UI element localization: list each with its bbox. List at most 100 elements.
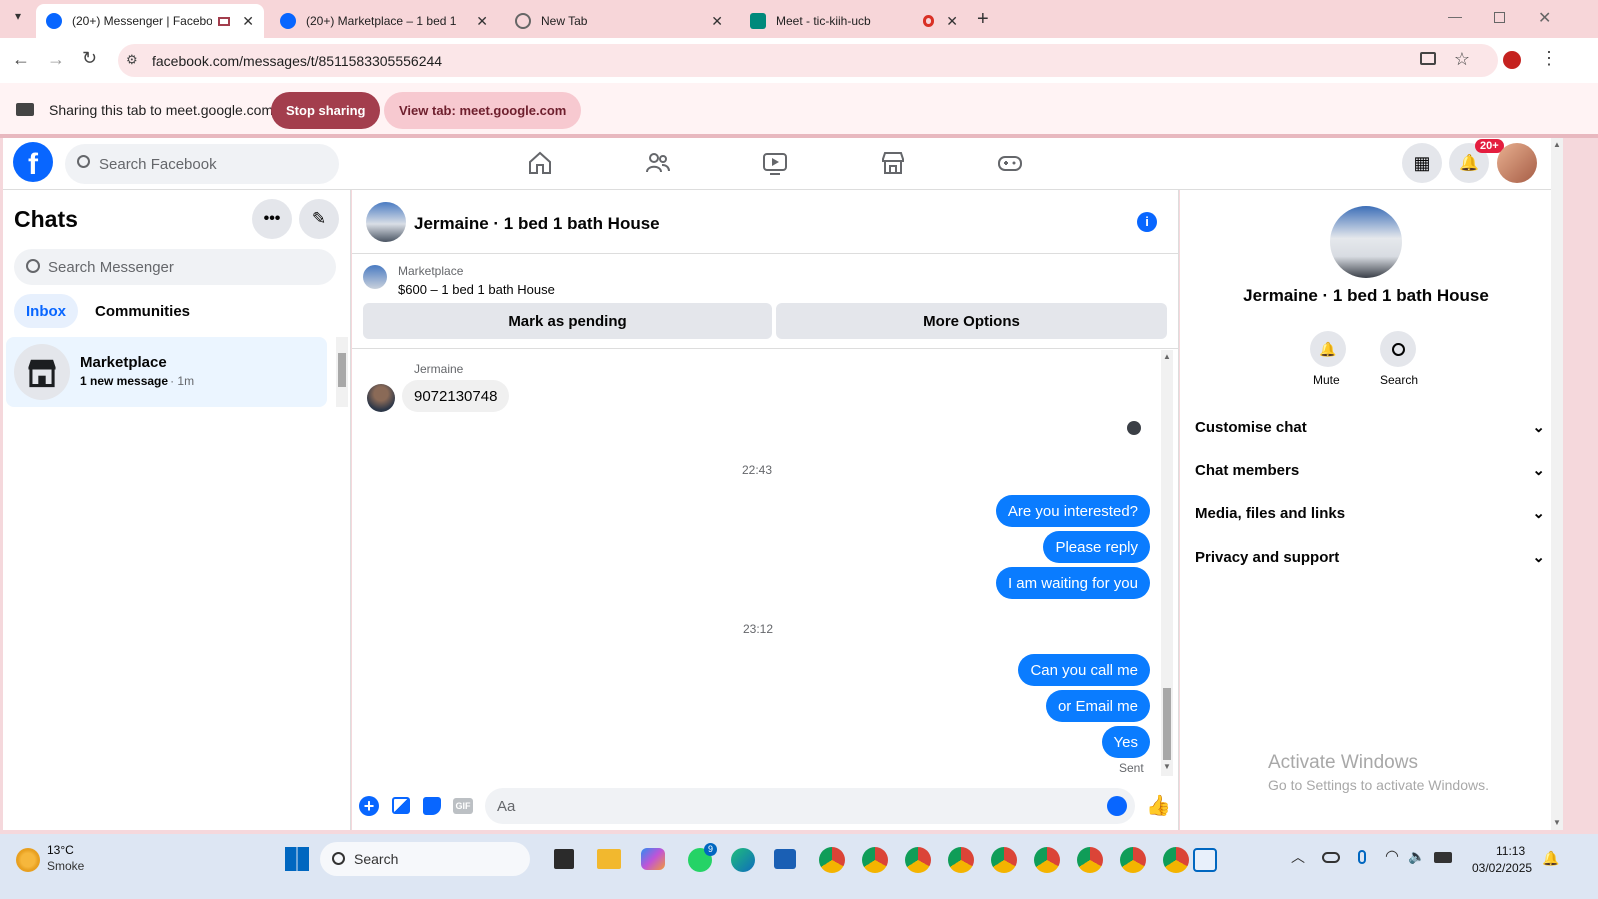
gif-icon[interactable]: GIF	[453, 798, 473, 814]
profile-icon[interactable]	[1503, 51, 1521, 69]
chats-options-button[interactable]: •••	[252, 199, 292, 239]
tab-meet[interactable]: Meet - tic-kiih-ucb ✕	[740, 4, 968, 38]
volume-icon[interactable]: 🔈	[1408, 848, 1425, 865]
privacy-support-section[interactable]: Privacy and support ⌄	[1195, 542, 1545, 572]
media-files-links-section[interactable]: Media, files and links ⌄	[1195, 498, 1545, 528]
chat-list-item[interactable]: Marketplace 1 new message · 1m	[6, 337, 327, 407]
minimize-icon[interactable]: —	[1448, 8, 1462, 24]
scroll-up-icon[interactable]: ▲	[1553, 140, 1561, 149]
page-scrollbar[interactable]: ▲ ▼	[1551, 138, 1563, 830]
wifi-icon[interactable]: ◠	[1385, 846, 1399, 866]
copilot-icon[interactable]	[641, 848, 665, 870]
scroll-down-icon[interactable]: ▼	[1163, 762, 1171, 771]
outgoing-message[interactable]: Can you call me	[1018, 654, 1150, 686]
chrome-icon[interactable]	[1034, 847, 1060, 873]
close-tab-icon[interactable]: ✕	[476, 13, 488, 30]
mark-as-pending-button[interactable]: Mark as pending	[363, 303, 772, 339]
incoming-message[interactable]: 9072130748	[402, 380, 510, 412]
microphone-icon[interactable]	[1358, 850, 1366, 864]
scroll-up-icon[interactable]: ▲	[1163, 352, 1171, 361]
tab-inbox[interactable]: Inbox	[14, 294, 78, 328]
chrome-icon[interactable]	[948, 847, 974, 873]
chrome-icon[interactable]	[1163, 847, 1189, 873]
account-avatar[interactable]	[1497, 143, 1537, 183]
friends-icon[interactable]	[645, 150, 671, 176]
more-actions-icon[interactable]: +	[359, 796, 379, 816]
chrome-icon[interactable]	[1077, 847, 1103, 873]
tab-messenger[interactable]: (20+) Messenger | Facebook ✕	[36, 4, 264, 38]
close-window-icon[interactable]: ✕	[1538, 8, 1551, 28]
back-icon[interactable]: ←	[12, 49, 30, 70]
photo-icon[interactable]	[392, 797, 410, 814]
emoji-icon[interactable]	[1107, 796, 1127, 816]
search-in-conversation-button[interactable]	[1380, 331, 1416, 367]
view-tab-button[interactable]: View tab: meet.google.com	[384, 92, 582, 129]
stop-sharing-button[interactable]: Stop sharing	[271, 92, 381, 129]
task-view-icon[interactable]	[554, 849, 574, 869]
chrome-icon[interactable]	[1120, 847, 1146, 873]
file-explorer-icon[interactable]	[597, 849, 621, 869]
outgoing-message[interactable]: or Email me	[1045, 690, 1150, 722]
new-message-button[interactable]: ✎	[299, 199, 339, 239]
tab-search-chevron-icon[interactable]: ▾	[8, 9, 28, 29]
chrome-icon[interactable]	[905, 847, 931, 873]
outgoing-message[interactable]: I am waiting for you	[995, 567, 1150, 599]
sender-avatar[interactable]	[367, 384, 395, 412]
gaming-icon[interactable]	[997, 150, 1023, 176]
facebook-logo-icon[interactable]: f	[13, 142, 53, 182]
bookmark-star-icon[interactable]: ☆	[1454, 49, 1470, 70]
chrome-icon[interactable]	[991, 847, 1017, 873]
weather-icon[interactable]	[16, 848, 40, 872]
show-hidden-icons[interactable]: ︿	[1291, 847, 1305, 867]
close-tab-icon[interactable]: ✕	[711, 13, 723, 30]
battery-icon[interactable]	[1434, 852, 1452, 863]
facebook-search-input[interactable]: Search Facebook	[65, 144, 339, 184]
site-info-icon[interactable]: ⚙	[126, 52, 138, 68]
tab-communities[interactable]: Communities	[83, 294, 202, 328]
clock-time[interactable]: 11:13	[1496, 844, 1525, 858]
messenger-search-input[interactable]: Search Messenger	[14, 249, 336, 285]
more-options-button[interactable]: More Options	[776, 303, 1167, 339]
store-icon[interactable]	[774, 849, 796, 869]
scroll-thumb[interactable]	[338, 353, 346, 387]
chrome-icon[interactable]	[862, 847, 888, 873]
restore-icon[interactable]	[1494, 12, 1505, 23]
scroll-down-icon[interactable]: ▼	[1553, 818, 1561, 827]
customise-chat-section[interactable]: Customise chat ⌄	[1195, 412, 1545, 442]
details-avatar[interactable]	[1330, 206, 1402, 278]
home-icon[interactable]	[527, 150, 553, 176]
marketplace-icon[interactable]	[880, 150, 906, 176]
reload-icon[interactable]: ↻	[82, 48, 97, 69]
listing-title[interactable]: $600 – 1 bed 1 bath House	[398, 282, 555, 297]
close-tab-icon[interactable]: ✕	[242, 13, 254, 30]
chat-members-section[interactable]: Chat members ⌄	[1195, 455, 1545, 485]
address-bar[interactable]: ⚙ facebook.com/messages/t/85115833055562…	[118, 44, 1498, 77]
listing-thumbnail[interactable]	[363, 265, 387, 289]
menu-grid-button[interactable]: ▦	[1402, 143, 1442, 183]
menu-kebab-icon[interactable]: ⋮	[1540, 48, 1558, 69]
close-tab-icon[interactable]: ✕	[946, 13, 958, 30]
conversation-avatar[interactable]	[366, 202, 406, 242]
outgoing-message[interactable]: Please reply	[1043, 531, 1150, 563]
onedrive-icon[interactable]	[1322, 852, 1340, 863]
edge-icon[interactable]	[731, 848, 755, 872]
tab-marketplace[interactable]: (20+) Marketplace – 1 bed 1 ba ✕	[270, 4, 498, 38]
conversation-title[interactable]: Jermaine · 1 bed 1 bath House	[414, 214, 660, 234]
new-tab-icon[interactable]: +	[977, 8, 989, 31]
start-windows-icon[interactable]	[285, 847, 309, 871]
sticker-icon[interactable]	[423, 797, 441, 815]
install-icon[interactable]	[1420, 52, 1436, 65]
outgoing-message[interactable]: Yes	[1101, 726, 1150, 758]
message-input[interactable]: Aa	[485, 788, 1135, 824]
outgoing-message[interactable]: Are you interested?	[995, 495, 1150, 527]
messages-scrollbar[interactable]: ▲ ▼	[1161, 350, 1173, 776]
clock-date[interactable]: 03/02/2025	[1472, 861, 1532, 875]
video-icon[interactable]	[762, 150, 788, 176]
chat-list-scrollbar[interactable]	[336, 337, 348, 407]
thumbs-up-icon[interactable]: 👍	[1146, 793, 1171, 818]
scroll-thumb[interactable]	[1163, 688, 1171, 760]
snipping-tool-icon[interactable]	[1193, 848, 1217, 872]
mute-button[interactable]: 🔔	[1310, 331, 1346, 367]
tab-new-tab[interactable]: New Tab ✕	[505, 4, 733, 38]
info-icon[interactable]: i	[1137, 212, 1157, 232]
